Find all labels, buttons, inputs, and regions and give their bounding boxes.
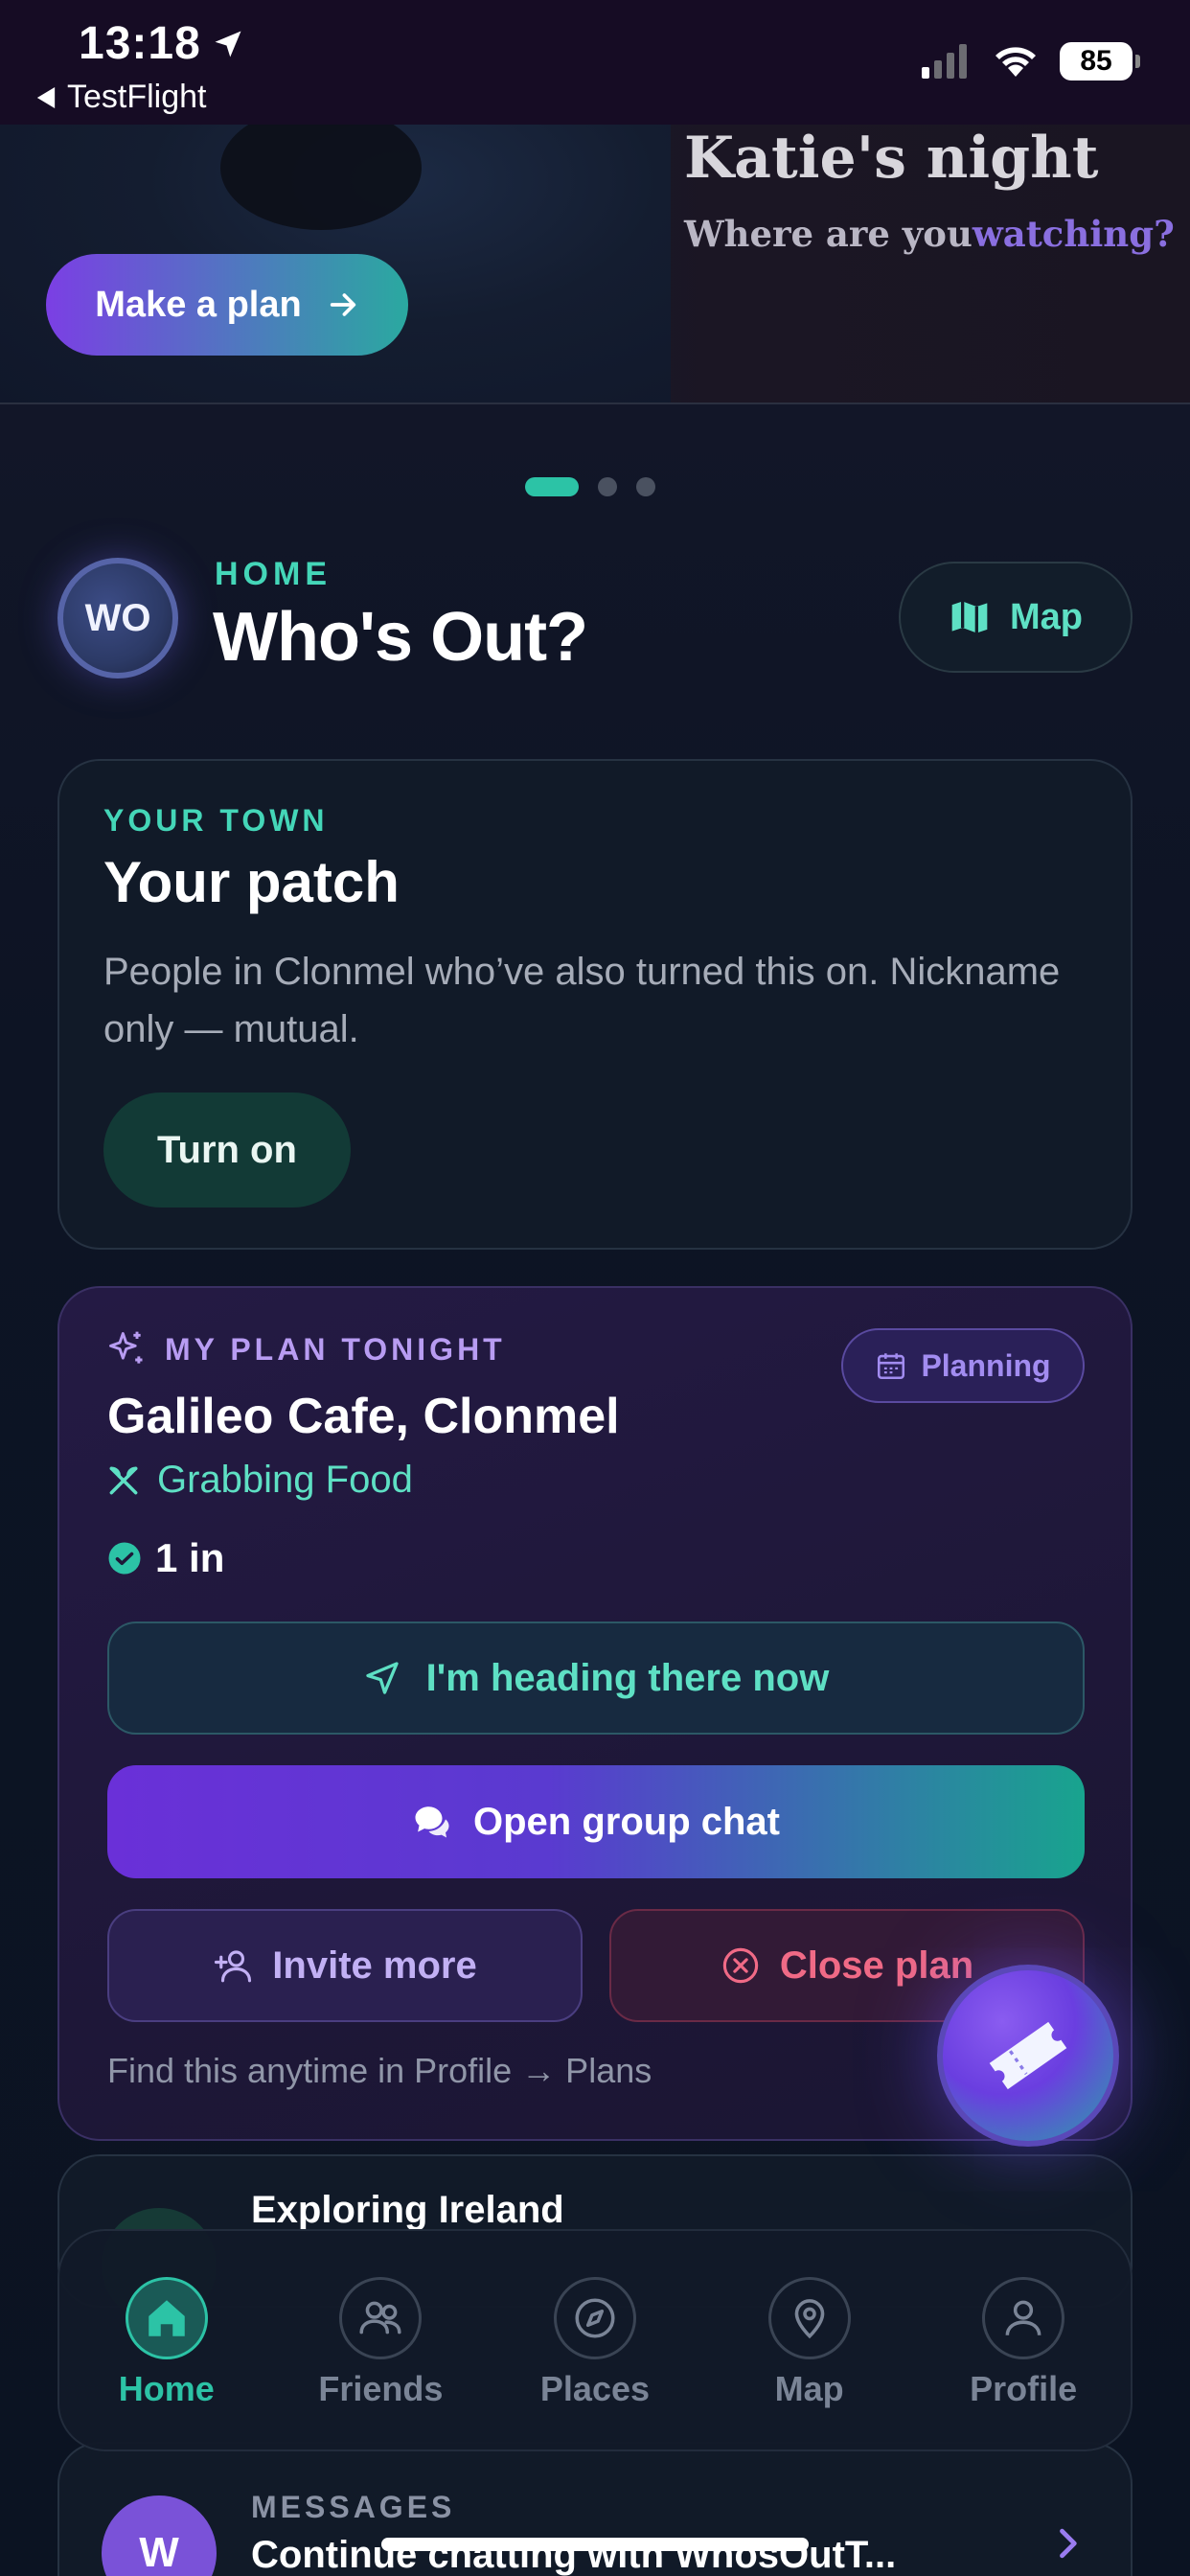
back-app-label: TestFlight — [67, 79, 207, 115]
close-plan-label: Close plan — [779, 1944, 974, 1987]
map-button-label: Map — [1010, 596, 1083, 637]
tab-friends-label: Friends — [318, 2369, 444, 2408]
make-plan-button[interactable]: Make a plan — [46, 254, 408, 356]
friends-icon — [339, 2277, 423, 2359]
tab-home-label: Home — [118, 2369, 215, 2408]
your-town-card: YOUR TOWN Your patch People in Clonmel w… — [57, 759, 1133, 1250]
map-icon — [951, 601, 988, 633]
open-group-chat-label: Open group chat — [473, 1800, 780, 1843]
utensils-icon — [109, 1466, 138, 1494]
invite-more-label: Invite more — [272, 1944, 477, 1987]
plan-venue: Galileo Cafe, Clonmel — [107, 1389, 620, 1444]
turn-on-button[interactable]: Turn on — [103, 1092, 351, 1208]
app-logo: WO — [57, 558, 178, 678]
heading-there-label: I'm heading there now — [425, 1656, 830, 1699]
tab-places[interactable]: Places — [499, 2277, 691, 2409]
plan-activity-text: Grabbing Food — [157, 1459, 413, 1501]
ticket-fab-button[interactable] — [937, 1965, 1119, 2147]
hero-title: Katie's night — [684, 125, 1099, 192]
plan-activity: Grabbing Food — [105, 1459, 413, 1502]
close-circle-icon — [722, 1947, 759, 1984]
heading-there-button[interactable]: I'm heading there now — [107, 1622, 1085, 1735]
invite-more-button[interactable]: Invite more — [107, 1909, 583, 2022]
arrow-right-icon — [330, 293, 355, 316]
profile-icon — [982, 2277, 1065, 2359]
carousel-dots — [525, 477, 655, 496]
messages-card[interactable]: W MESSAGES Continue chatting with WhosOu… — [57, 2442, 1133, 2576]
plan-eyebrow: MY PLAN TONIGHT — [105, 1328, 506, 1370]
status-time: 13:18 — [79, 17, 245, 70]
signal-icon — [922, 44, 967, 79]
plan-attendance: 1 in — [107, 1535, 224, 1581]
hero-banner[interactable]: Katie's night Where are youwatching? Mak… — [0, 125, 1190, 404]
compass-icon — [553, 2277, 636, 2359]
avatar-initial: W — [139, 2529, 179, 2576]
tab-profile-label: Profile — [970, 2369, 1078, 2408]
back-triangle-icon — [36, 86, 56, 108]
time-text: 13:18 — [79, 18, 201, 69]
plan-eyebrow-text: MY PLAN TONIGHT — [165, 1331, 506, 1367]
wifi-icon — [995, 47, 1036, 77]
carousel-dot-3[interactable] — [636, 477, 655, 496]
exploring-title: Exploring Ireland — [251, 2189, 564, 2231]
battery-level: 85 — [1080, 45, 1112, 77]
town-title: Your patch — [103, 850, 400, 914]
add-person-icon — [215, 1950, 252, 1983]
logo-text: WO — [84, 596, 151, 639]
carousel-dot-1[interactable] — [525, 477, 579, 496]
hero-subtitle-highlight: watching? — [972, 213, 1175, 255]
home-indicator — [381, 2538, 809, 2551]
bottom-tab-bar: Home Friends Places Map Profile — [57, 2229, 1133, 2451]
battery-indicator: 85 — [1060, 42, 1140, 80]
tab-map-label: Map — [774, 2369, 844, 2408]
chevron-right-icon — [1060, 2528, 1077, 2559]
carousel-dot-2[interactable] — [598, 477, 617, 496]
tab-profile[interactable]: Profile — [927, 2277, 1119, 2409]
ticket-icon — [989, 2021, 1067, 2090]
tab-places-label: Places — [539, 2369, 651, 2408]
status-badge-text: Planning — [921, 1347, 1051, 1383]
make-plan-label: Make a plan — [95, 284, 302, 325]
hero-subtitle-prefix: Where are you — [684, 213, 973, 255]
location-arrow-icon — [215, 31, 241, 57]
sparkles-icon — [109, 1331, 143, 1364]
hero-figure-shape — [220, 125, 422, 230]
map-button[interactable]: Map — [899, 562, 1133, 673]
status-icons: 85 — [922, 42, 1140, 80]
navigation-arrow-icon — [365, 1662, 399, 1694]
check-circle-icon — [108, 1542, 141, 1575]
plan-footer-hint: Find this anytime in Profile → Plans — [107, 2051, 652, 2090]
page-title: Who's Out? — [213, 599, 588, 676]
town-eyebrow: YOUR TOWN — [103, 803, 329, 838]
tab-map[interactable]: Map — [714, 2277, 905, 2409]
status-bar: 13:18 TestFlight 85 — [0, 0, 1190, 125]
open-group-chat-button[interactable]: Open group chat — [107, 1765, 1085, 1878]
plan-attendance-text: 1 in — [155, 1535, 225, 1580]
map-pin-icon — [767, 2277, 851, 2359]
town-description: People in Clonmel who’ve also turned thi… — [103, 951, 1061, 1050]
status-badge: Planning — [841, 1328, 1085, 1403]
hero-subtitle: Where are youwatching? — [684, 213, 1175, 255]
calendar-icon — [878, 1353, 905, 1380]
back-to-testflight[interactable]: TestFlight — [36, 79, 207, 116]
chat-bubbles-icon — [415, 1806, 449, 1838]
messages-eyebrow: MESSAGES — [251, 2490, 456, 2524]
tab-friends[interactable]: Friends — [285, 2277, 476, 2409]
avatar: W — [102, 2496, 217, 2576]
home-icon — [125, 2277, 208, 2359]
tab-home[interactable]: Home — [71, 2277, 263, 2409]
section-label: HOME — [215, 556, 332, 592]
